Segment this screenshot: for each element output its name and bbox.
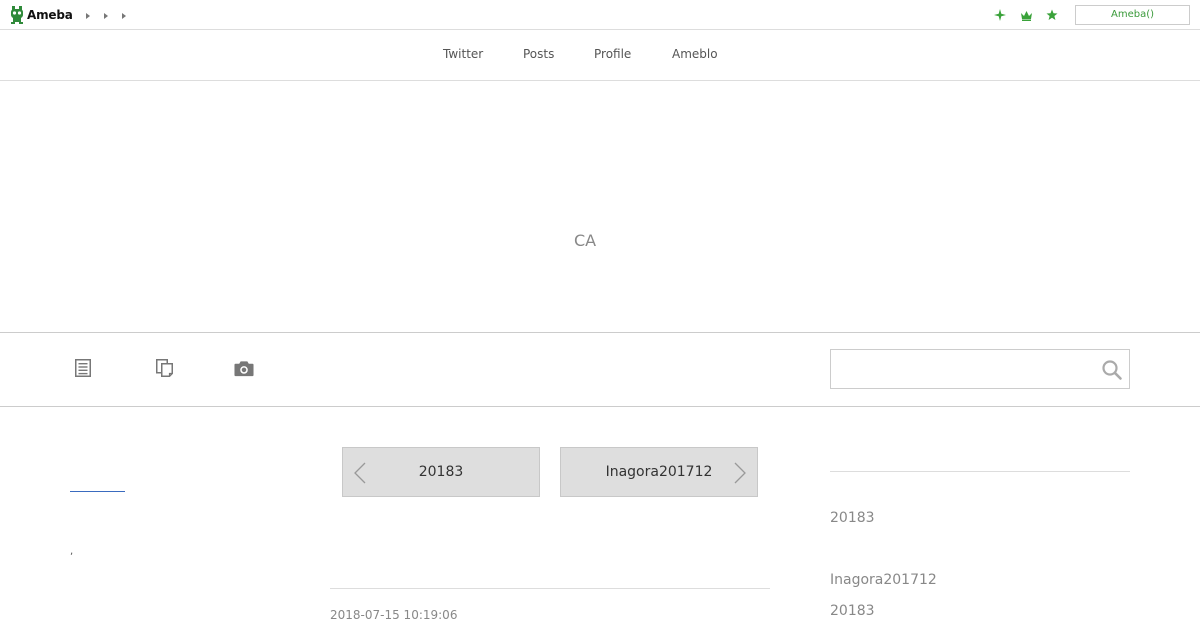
global-nav: Twitter Posts Profile Ameblo bbox=[0, 30, 1200, 81]
prev-post-label: 20183 bbox=[418, 464, 464, 480]
breadcrumb-arrow-icon[interactable] bbox=[104, 13, 108, 19]
search-box bbox=[830, 349, 1130, 389]
chevron-left-icon bbox=[354, 462, 366, 484]
blog-header: CA bbox=[0, 81, 1200, 333]
chevron-right-icon bbox=[734, 462, 746, 484]
top-icon-group bbox=[992, 7, 1060, 23]
logo-text: Ameba bbox=[27, 8, 73, 22]
search-input[interactable] bbox=[831, 350, 1091, 388]
nav-item-posts[interactable]: Posts bbox=[523, 47, 554, 61]
post-divider bbox=[330, 588, 770, 589]
breadcrumb bbox=[86, 11, 126, 19]
sidebar-link[interactable]: 20183 bbox=[830, 603, 875, 619]
post-date: 2018-07-15 10:19:06 bbox=[330, 608, 458, 622]
left-tab-underline[interactable] bbox=[70, 460, 125, 492]
sidebar-divider bbox=[830, 471, 1130, 472]
sidebar-link[interactable]: Inagora201712 bbox=[830, 572, 937, 588]
star-icon[interactable] bbox=[1044, 7, 1060, 23]
nav-item-ameblo[interactable]: Ameblo bbox=[672, 47, 718, 61]
ameba-logo[interactable]: Ameba bbox=[10, 5, 73, 25]
sparkle-icon[interactable] bbox=[992, 7, 1008, 23]
camera-icon[interactable] bbox=[234, 357, 254, 379]
breadcrumb-arrow-icon[interactable] bbox=[86, 13, 90, 19]
sidebar-link[interactable]: 20183 bbox=[830, 510, 875, 526]
account-button[interactable]: Ameba() bbox=[1075, 5, 1190, 25]
next-post-button[interactable]: Inagora201712 bbox=[560, 447, 758, 497]
nav-item-profile[interactable]: Profile bbox=[594, 47, 631, 61]
search-icon[interactable] bbox=[1101, 359, 1123, 381]
left-mark: , bbox=[70, 546, 74, 557]
top-bar: Ameba Ameba() bbox=[0, 0, 1200, 30]
ameba-mascot-icon bbox=[11, 6, 23, 24]
prev-post-button[interactable]: 20183 bbox=[342, 447, 540, 497]
copy-pages-icon[interactable] bbox=[154, 357, 174, 379]
next-post-label: Inagora201712 bbox=[605, 464, 713, 480]
blog-title[interactable]: CA bbox=[0, 231, 1170, 250]
breadcrumb-arrow-icon[interactable] bbox=[122, 13, 126, 19]
blog-toolbar bbox=[0, 333, 1200, 407]
nav-item-twitter[interactable]: Twitter bbox=[443, 47, 483, 61]
article-list-icon[interactable] bbox=[73, 357, 93, 379]
crown-icon[interactable] bbox=[1018, 7, 1034, 23]
